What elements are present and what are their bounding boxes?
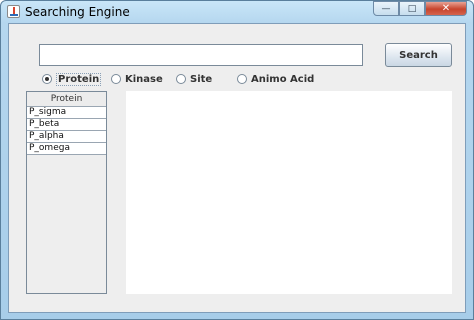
maximize-icon: □ xyxy=(407,3,417,14)
content-pane: Search Protein Kinase Site Animo Acid Pr… xyxy=(8,23,466,313)
radio-protein[interactable]: Protein xyxy=(42,71,102,87)
minimize-icon: — xyxy=(381,3,391,14)
search-button[interactable]: Search xyxy=(385,43,452,67)
table-row[interactable]: P_sigma xyxy=(27,107,106,119)
maximize-button[interactable]: □ xyxy=(399,1,425,16)
radio-label-protein: Protein xyxy=(56,72,102,86)
radio-unselected-icon xyxy=(237,74,247,84)
search-input[interactable] xyxy=(39,44,363,66)
radio-animo-acid[interactable]: Animo Acid xyxy=(237,71,314,87)
radio-site[interactable]: Site xyxy=(176,71,212,87)
java-app-icon[interactable] xyxy=(7,5,20,18)
protein-table[interactable]: Protein P_sigma P_beta P_alpha P_omega xyxy=(26,91,107,294)
close-button[interactable]: ✕ xyxy=(425,1,467,16)
close-icon: ✕ xyxy=(441,3,451,14)
table-row[interactable]: P_alpha xyxy=(27,131,106,143)
search-type-radio-group: Protein Kinase Site Animo Acid xyxy=(9,71,467,87)
radio-label-animo-acid: Animo Acid xyxy=(251,73,315,85)
title-bar[interactable]: Searching Engine — □ ✕ xyxy=(1,1,473,23)
radio-selected-icon xyxy=(42,74,52,84)
radio-unselected-icon xyxy=(111,74,121,84)
table-row[interactable]: P_omega xyxy=(27,143,106,155)
radio-kinase[interactable]: Kinase xyxy=(111,71,163,87)
radio-label-kinase: Kinase xyxy=(125,73,163,85)
window-controls: — □ ✕ xyxy=(373,1,467,17)
app-window: Searching Engine — □ ✕ Search Protein Ki… xyxy=(0,0,474,320)
window-title: Searching Engine xyxy=(25,5,130,19)
table-row[interactable]: P_beta xyxy=(27,119,106,131)
radio-unselected-icon xyxy=(176,74,186,84)
radio-label-site: Site xyxy=(190,73,213,85)
results-text-area[interactable] xyxy=(126,91,452,294)
minimize-button[interactable]: — xyxy=(373,1,399,16)
table-column-header[interactable]: Protein xyxy=(27,92,106,107)
